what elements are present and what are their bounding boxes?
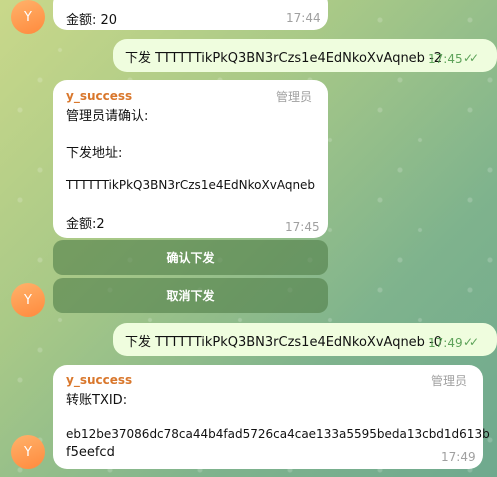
sender-name[interactable]: y_success	[66, 373, 132, 387]
message-bubble-incoming[interactable]: y_success 管理员 转账TXID: eb12be37086dc78ca4…	[53, 365, 490, 469]
message-text: 下发 TTTTTTikPkQ3BN3rCzs1e4EdNkoXvAqneb -0	[125, 335, 443, 350]
message-text: 下发 TTTTTTikPkQ3BN3rCzs1e4EdNkoXvAqneb -2	[125, 51, 443, 66]
admin-badge: 管理员	[431, 374, 468, 388]
avatar[interactable]: Y	[11, 283, 45, 317]
message-time: 17:49	[441, 450, 476, 464]
sender-name[interactable]: y_success	[66, 89, 132, 103]
double-check-icon: ✓✓	[463, 335, 479, 349]
message-time: 17:49	[428, 336, 463, 350]
cancel-payout-button[interactable]: 取消下发	[53, 278, 328, 313]
message-time: 17:44	[286, 11, 321, 25]
message-text: 金额: 20	[66, 13, 118, 28]
avatar[interactable]: Y	[11, 0, 45, 34]
message-line: 下发地址:	[66, 146, 123, 161]
message-line: f5eefcd	[66, 445, 115, 460]
message-line: eb12be37086dc78ca44b4fad5726ca4cae133a55…	[66, 427, 490, 441]
message-time: 17:45	[285, 220, 320, 234]
message-line: 管理员请确认:	[66, 109, 149, 124]
message-line: 金额:2	[66, 217, 105, 232]
double-check-icon: ✓✓	[463, 51, 479, 65]
admin-badge: 管理员	[276, 90, 313, 104]
message-line: TTTTTTikPkQ3BN3rCzs1e4EdNkoXvAqneb	[66, 178, 316, 192]
message-bubble-incoming[interactable]: y_success 管理员 管理员请确认: 下发地址: TTTTTTikPkQ3…	[53, 80, 328, 238]
message-line: 转账TXID:	[66, 393, 128, 408]
message-bubble-outgoing[interactable]: 下发 TTTTTTikPkQ3BN3rCzs1e4EdNkoXvAqneb -0…	[113, 323, 497, 356]
avatar[interactable]: Y	[11, 435, 45, 469]
message-time: 17:45	[428, 52, 463, 66]
message-bubble-incoming[interactable]: 金额: 20 17:44	[53, 0, 328, 30]
confirm-payout-button[interactable]: 确认下发	[53, 240, 328, 275]
message-bubble-outgoing[interactable]: 下发 TTTTTTikPkQ3BN3rCzs1e4EdNkoXvAqneb -2…	[113, 39, 497, 72]
